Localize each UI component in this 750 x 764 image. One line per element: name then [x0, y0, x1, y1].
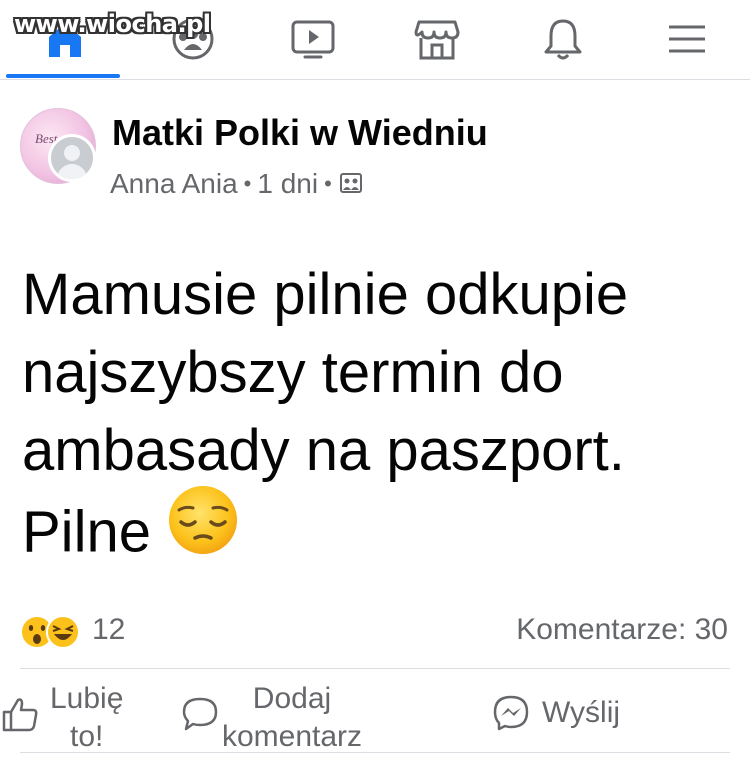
comment-button[interactable]: Dodaj komentarz [180, 676, 392, 756]
messenger-icon [493, 695, 529, 731]
send-label: Wyślij [542, 696, 621, 729]
nav-divider [0, 79, 750, 80]
nav-notifications[interactable] [538, 14, 588, 64]
action-bar-divider-top [20, 668, 730, 669]
private-group-icon [339, 168, 362, 200]
send-button[interactable]: Wyślij [492, 694, 620, 764]
video-icon [291, 20, 335, 59]
post-text-line: najszybszy termin do [22, 340, 564, 405]
comments-count-link[interactable]: Komentarze: 30 [516, 613, 728, 647]
post-meta: Anna Ania • 1 dni • [110, 168, 362, 200]
author-name-link[interactable]: Anna Ania [110, 168, 238, 200]
post-text-line: Pilne [22, 499, 151, 565]
post-header: Best Matki Polki w Wiedniu Anna Ania • 1… [20, 104, 730, 214]
reaction-count[interactable]: 12 [92, 613, 125, 647]
nav-watch[interactable] [288, 14, 338, 64]
post-text-line: ambasady na paszport. [22, 418, 625, 483]
post-text-last-line: Pilne [22, 486, 732, 582]
group-name-link[interactable]: Matki Polki w Wiedniu [112, 112, 488, 154]
bell-icon [544, 19, 582, 60]
author-avatar[interactable] [48, 134, 96, 182]
like-label: Lubię to! [50, 680, 123, 756]
meta-separator: • [243, 171, 252, 196]
avatar-placeholder-head [64, 145, 80, 161]
comment-label-line2: komentarz [221, 720, 363, 753]
comment-label: Dodaj komentarz [192, 680, 392, 756]
action-bar-divider-bottom [20, 752, 730, 753]
watermark-text: www.wiocha.pl [14, 10, 211, 38]
post-body-text: Mamusie pilnie odkupie najszybszy termin… [22, 256, 732, 582]
haha-emoji-icon [46, 615, 80, 649]
hamburger-menu-icon [669, 25, 705, 53]
store-icon [414, 20, 460, 60]
active-tab-indicator [6, 74, 120, 78]
nav-menu[interactable] [662, 14, 712, 64]
post-timestamp[interactable]: 1 dni [257, 168, 318, 200]
like-button[interactable]: Lubię to! [0, 676, 123, 756]
nav-marketplace[interactable] [412, 14, 462, 64]
comment-label-line1: Dodaj [252, 682, 332, 715]
like-label-line2: to! [70, 720, 104, 753]
top-navigation-bar: www.wiocha.pl [0, 0, 750, 80]
like-label-line1: Lubię [50, 682, 124, 715]
meta-separator: • [324, 171, 332, 196]
thumbs-up-icon [2, 698, 38, 732]
pensive-face-emoji [167, 484, 239, 576]
reactions-summary: 12 Komentarze: 30 [20, 610, 730, 654]
avatar-placeholder-body [57, 164, 87, 179]
reaction-icons[interactable] [20, 614, 80, 650]
post-text-line: Mamusie pilnie odkupie [22, 262, 629, 327]
